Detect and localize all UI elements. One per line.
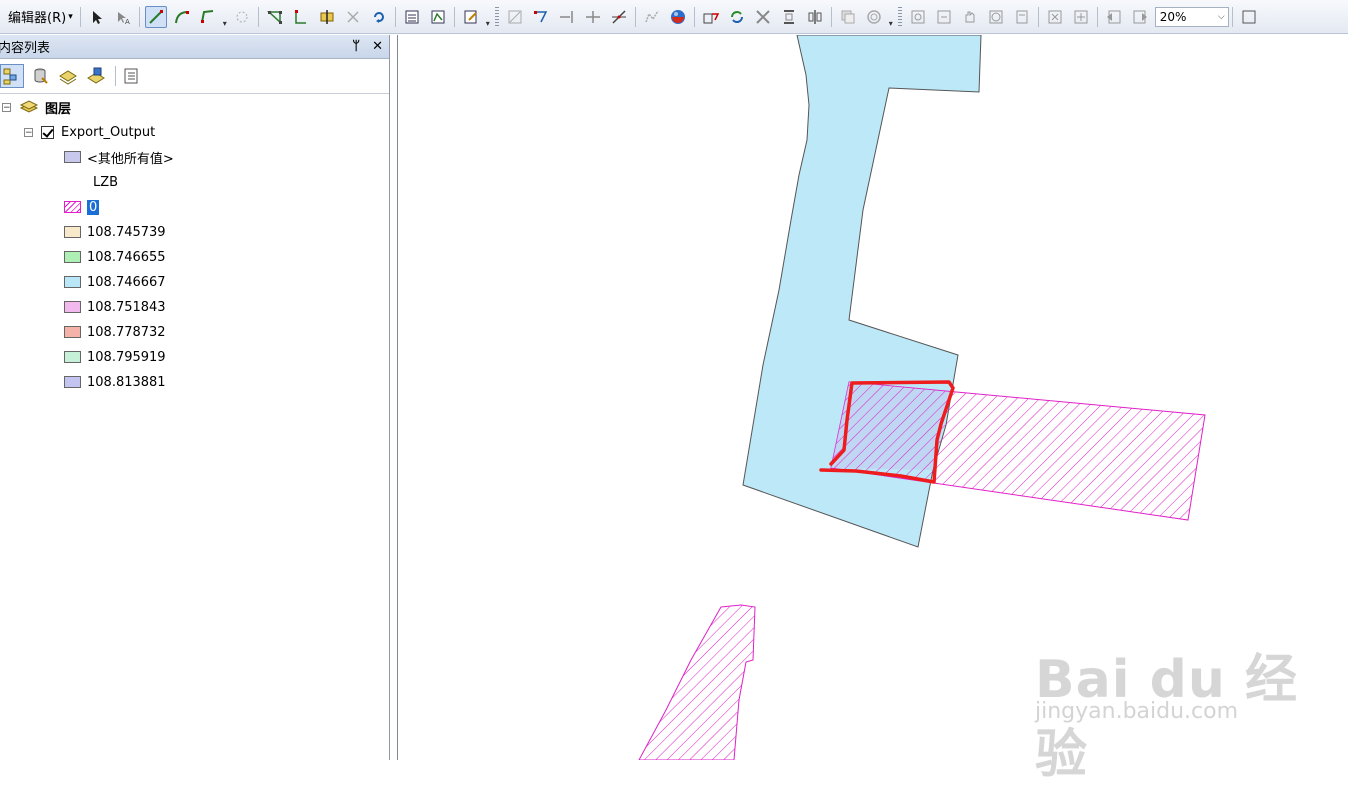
layer-visibility-checkbox[interactable] xyxy=(41,125,54,139)
list-by-selection-icon[interactable] xyxy=(84,64,108,88)
pan-icon[interactable] xyxy=(959,6,981,28)
legend-swatch xyxy=(64,201,81,213)
zoom-in-icon[interactable] xyxy=(907,6,929,28)
edit-tool-icon[interactable] xyxy=(86,6,108,28)
legend-field-heading: LZB xyxy=(93,174,119,190)
pin-icon[interactable]: ᛘ xyxy=(352,39,360,54)
generalize-icon[interactable] xyxy=(641,6,663,28)
list-by-source-icon[interactable] xyxy=(28,64,52,88)
zoom-out-icon[interactable] xyxy=(933,6,955,28)
construction-tools-icon[interactable] xyxy=(197,6,219,28)
svg-text:A: A xyxy=(125,18,130,26)
watermark-url: jingyan.baidu.com xyxy=(1035,699,1239,724)
tree-root-label: 图层 xyxy=(45,101,72,117)
arc-segment-icon[interactable] xyxy=(171,6,193,28)
full-extent-icon[interactable] xyxy=(985,6,1007,28)
legend-class-item[interactable]: 108.745739 xyxy=(64,221,166,243)
create-features-icon[interactable] xyxy=(460,6,482,28)
layers-icon xyxy=(19,100,39,113)
georeference-icon[interactable] xyxy=(700,6,722,28)
copy-features-icon[interactable] xyxy=(837,6,859,28)
trim-icon[interactable] xyxy=(582,6,604,28)
layer-export-output[interactable]: − Export_Output xyxy=(24,121,155,143)
legend-swatch xyxy=(64,226,81,238)
straight-segment-icon[interactable] xyxy=(144,5,167,28)
refresh-icon[interactable] xyxy=(726,6,748,28)
options-icon[interactable] xyxy=(119,64,143,88)
fixed-zoom-out-icon[interactable] xyxy=(1070,6,1092,28)
close-icon[interactable]: ✕ xyxy=(372,39,383,54)
layer-name: Export_Output xyxy=(61,124,156,140)
zoom-level-select[interactable]: 20% ⌵ xyxy=(1154,6,1229,27)
edit-vertices-icon[interactable] xyxy=(264,6,286,28)
parcel-polygon-hatched-bottom[interactable] xyxy=(638,604,756,760)
legend-swatch xyxy=(64,326,81,338)
edit-annotation-icon[interactable]: A xyxy=(112,6,134,28)
cut-polygons-icon[interactable] xyxy=(316,6,338,28)
chevron-down-icon[interactable]: ▾ xyxy=(221,6,229,28)
buffer-icon[interactable] xyxy=(863,6,885,28)
editor-menu[interactable]: 编辑器(R) ▾ xyxy=(4,5,77,29)
page-icon[interactable] xyxy=(1011,6,1033,28)
fixed-zoom-in-icon[interactable] xyxy=(1044,6,1066,28)
legend-swatch xyxy=(64,276,81,288)
toc-toolbar xyxy=(0,59,389,94)
chevron-down-icon[interactable]: ▾ xyxy=(887,6,895,28)
layout-icon[interactable] xyxy=(1238,6,1260,28)
back-extent-icon[interactable] xyxy=(1103,6,1125,28)
attributes-icon[interactable] xyxy=(401,6,423,28)
legend-class-item[interactable]: 108.813881 xyxy=(64,371,166,393)
globe-icon[interactable] xyxy=(667,6,689,28)
legend-class-item[interactable]: 108.746655 xyxy=(64,246,166,268)
legend-class-other[interactable]: <其他所有值> xyxy=(64,146,174,168)
chevron-down-icon: ▾ xyxy=(68,11,73,22)
distribute-icon[interactable] xyxy=(804,6,826,28)
reshape-feature-icon[interactable] xyxy=(290,6,312,28)
extend-icon[interactable] xyxy=(556,6,578,28)
table-of-contents-panel: 内容列表 ᛘ ✕ − 图层 − Export_Output <其他所有值> LZ… xyxy=(0,35,390,760)
legend-swatch xyxy=(64,351,81,363)
split-tool-icon[interactable] xyxy=(342,6,364,28)
legend-swatch xyxy=(64,301,81,313)
legend-class-0[interactable]: 0 xyxy=(64,196,100,218)
rotate-icon[interactable] xyxy=(368,6,390,28)
toc-title: 内容列表 xyxy=(0,41,51,56)
collapse-icon[interactable]: − xyxy=(24,127,33,137)
legend-swatch xyxy=(64,151,81,163)
legend-swatch xyxy=(64,251,81,263)
topology-reshape-icon[interactable] xyxy=(530,6,552,28)
collapse-icon[interactable]: − xyxy=(2,102,11,112)
chevron-down-icon[interactable]: ▾ xyxy=(484,6,492,28)
baidu-watermark: Bai du 经验 jingyan.baidu.com xyxy=(1035,615,1335,785)
vertical-align-icon[interactable] xyxy=(778,6,800,28)
list-by-drawing-order-icon[interactable] xyxy=(0,64,24,88)
forward-extent-icon[interactable] xyxy=(1129,6,1151,28)
topology-edit-icon[interactable] xyxy=(504,6,526,28)
list-by-visibility-icon[interactable] xyxy=(56,64,80,88)
toc-header: 内容列表 ᛘ ✕ xyxy=(0,35,389,59)
legend-class-item[interactable]: 108.778732 xyxy=(64,321,166,343)
legend-class-item[interactable]: 108.746667 xyxy=(64,271,166,293)
editor-toolbar: 编辑器(R) ▾ A ▾ ▾ ▾ 20% ⌵ xyxy=(0,0,1348,34)
tree-root-layers[interactable]: − 图层 xyxy=(2,96,71,118)
chevron-down-icon: ⌵ xyxy=(1217,11,1225,22)
legend-swatch xyxy=(64,376,81,388)
legend-class-item[interactable]: 108.751843 xyxy=(64,296,166,318)
vertex-snap-icon[interactable] xyxy=(231,6,253,28)
sketch-properties-icon[interactable] xyxy=(427,6,449,28)
line-intersect-icon[interactable] xyxy=(608,6,630,28)
legend-class-item[interactable]: 108.795919 xyxy=(64,346,166,368)
align-edge-icon[interactable] xyxy=(752,6,774,28)
